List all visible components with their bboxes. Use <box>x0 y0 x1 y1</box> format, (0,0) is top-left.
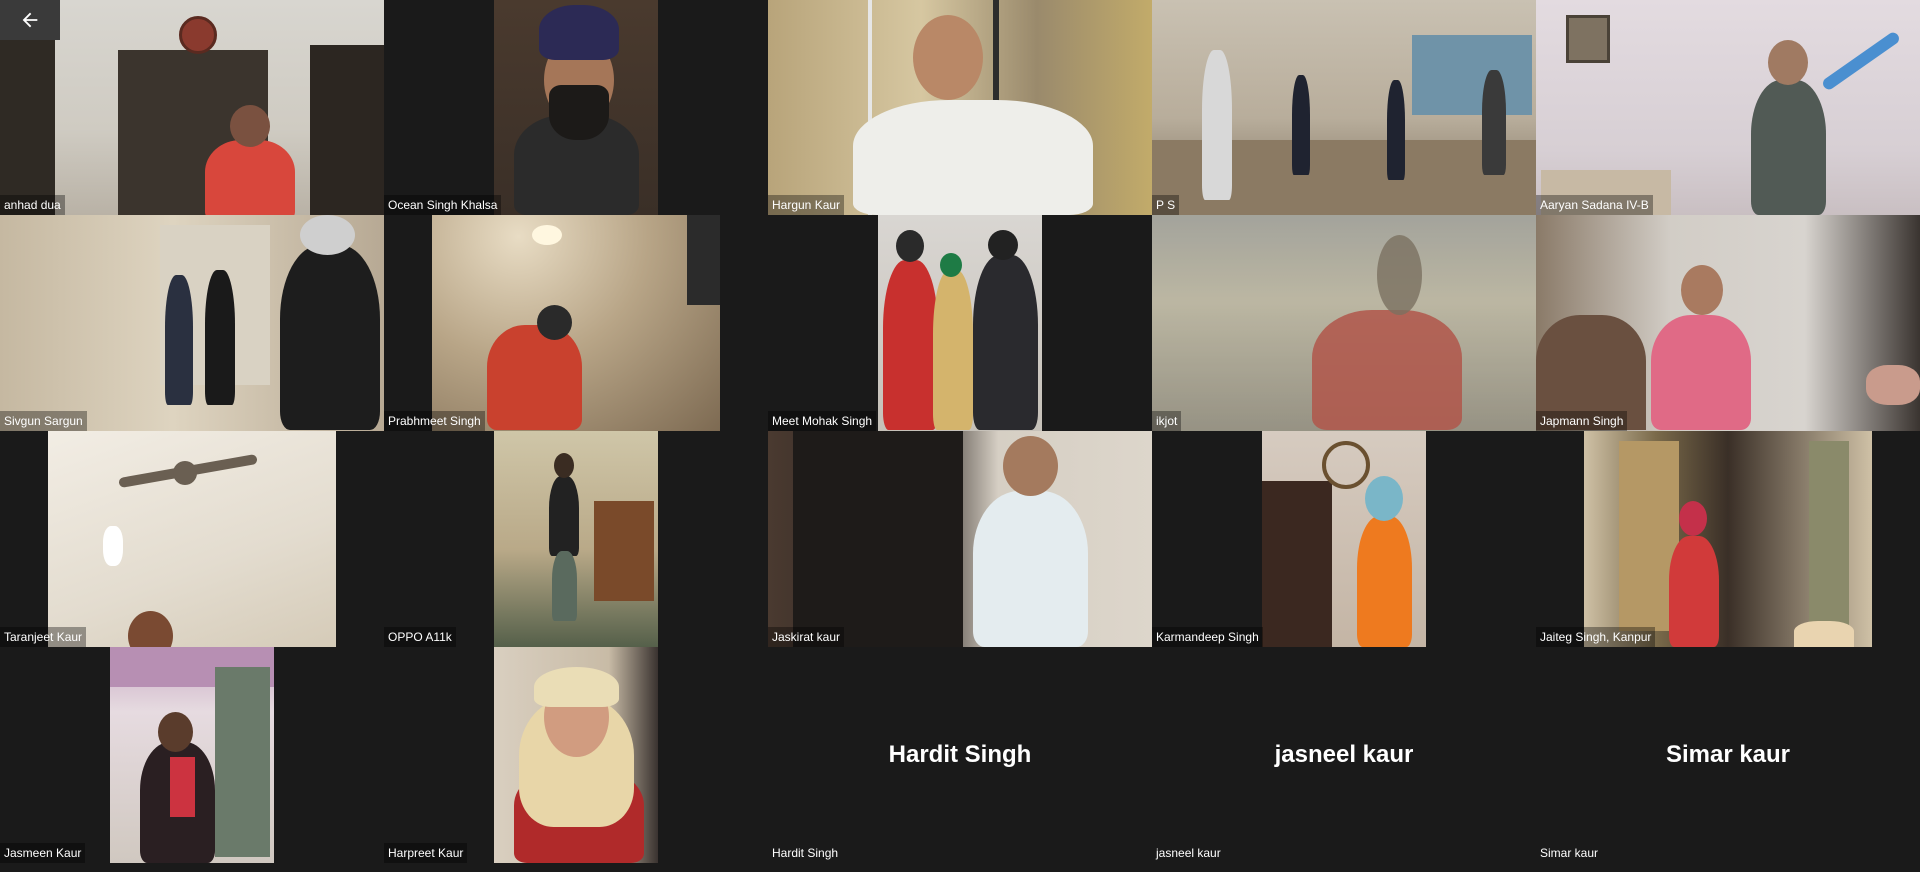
video-feed <box>0 215 384 431</box>
participant-tile[interactable]: Harpreet Kaur <box>384 647 768 863</box>
participant-grid: anhad dua Ocean Singh Khalsa Hargun Kaur <box>0 0 1920 872</box>
back-button[interactable] <box>0 0 60 40</box>
participant-name: Prabhmeet Singh <box>384 411 485 431</box>
participant-tile[interactable]: Hardit Singh Hardit Singh <box>768 647 1152 863</box>
video-feed <box>494 647 658 863</box>
participant-tile[interactable]: Sivgun Sargun <box>0 215 384 431</box>
video-feed <box>878 215 1042 431</box>
participant-name: Meet Mohak Singh <box>768 411 877 431</box>
participant-tile[interactable]: Hargun Kaur <box>768 0 1152 215</box>
video-feed <box>110 647 274 863</box>
participant-name: Simar kaur <box>1540 846 1599 860</box>
participant-name: Hardit Singh <box>772 846 839 860</box>
participant-tile[interactable]: Simar kaur Simar kaur <box>1536 647 1920 863</box>
participant-tile[interactable]: Ocean Singh Khalsa <box>384 0 768 215</box>
participant-name: ikjot <box>1152 411 1182 431</box>
participant-name: Ocean Singh Khalsa <box>384 195 502 215</box>
participant-name: Jasmeen Kaur <box>0 843 86 863</box>
participant-tile[interactable]: Japmann Singh <box>1536 215 1920 431</box>
participant-display-name: Hardit Singh <box>888 741 1032 768</box>
video-feed <box>768 431 1152 647</box>
participant-tile[interactable]: Jasmeen Kaur <box>0 647 384 863</box>
video-feed <box>1152 215 1536 431</box>
video-feed <box>1536 215 1920 431</box>
video-feed <box>48 431 336 647</box>
participant-display-name: Simar kaur <box>1665 741 1791 768</box>
participant-name: Taranjeet Kaur <box>0 627 87 647</box>
participant-tile[interactable]: Taranjeet Kaur <box>0 431 384 647</box>
video-feed <box>494 431 658 647</box>
video-feed <box>1536 0 1920 215</box>
video-feed <box>1262 431 1426 647</box>
participant-name: Hargun Kaur <box>768 195 845 215</box>
participant-name: Jaiteg Singh, Kanpur <box>1536 627 1656 647</box>
participant-tile[interactable]: Jaskirat kaur <box>768 431 1152 647</box>
participant-tile[interactable]: ikjot <box>1152 215 1536 431</box>
video-feed <box>1152 0 1536 215</box>
video-feed <box>432 215 720 431</box>
participant-tile[interactable]: OPPO A11k <box>384 431 768 647</box>
participant-tile[interactable]: jasneel kaur jasneel kaur <box>1152 647 1536 863</box>
participant-tile[interactable]: Meet Mohak Singh <box>768 215 1152 431</box>
participant-tile[interactable]: Jaiteg Singh, Kanpur <box>1536 431 1920 647</box>
participant-name: Japmann Singh <box>1536 411 1628 431</box>
participant-tile[interactable]: Karmandeep Singh <box>1152 431 1536 647</box>
participant-tile[interactable]: Aaryan Sadana IV-B <box>1536 0 1920 215</box>
video-feed <box>768 0 1152 215</box>
participant-name: OPPO A11k <box>384 627 456 647</box>
participant-name: P S <box>1152 195 1180 215</box>
participant-name: Aaryan Sadana IV-B <box>1536 195 1653 215</box>
participant-display-name: jasneel kaur <box>1274 741 1414 768</box>
participant-name: Harpreet Kaur <box>384 843 468 863</box>
participant-name: anhad dua <box>0 195 65 215</box>
video-feed <box>494 0 658 215</box>
arrow-left-icon <box>22 12 38 28</box>
participant-name: Karmandeep Singh <box>1152 627 1263 647</box>
participant-name: Sivgun Sargun <box>0 411 87 431</box>
participant-tile[interactable]: P S <box>1152 0 1536 215</box>
video-feed <box>1584 431 1872 647</box>
participant-name: Jaskirat kaur <box>768 627 845 647</box>
participant-tile[interactable]: Prabhmeet Singh <box>384 215 768 431</box>
participant-name: jasneel kaur <box>1156 846 1221 860</box>
